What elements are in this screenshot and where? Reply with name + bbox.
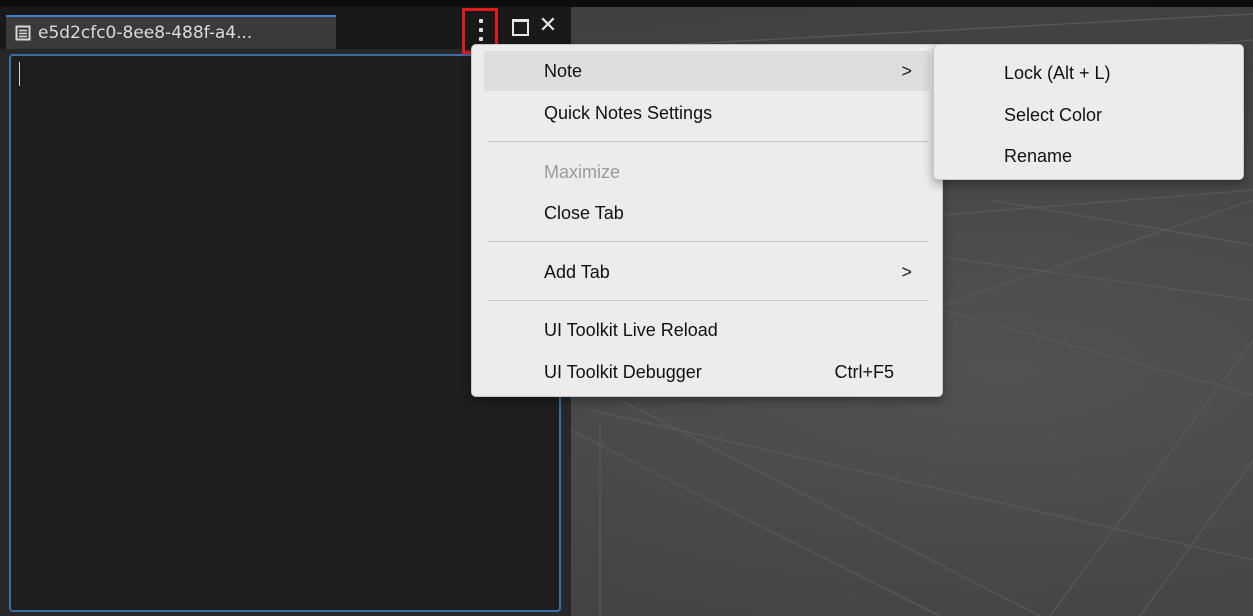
menu-item-note[interactable]: Note > bbox=[484, 51, 930, 91]
submenu-item-label: Lock (Alt + L) bbox=[1004, 62, 1111, 83]
menu-item-shortcut: Ctrl+F5 bbox=[834, 361, 894, 382]
tab-note[interactable]: e5d2cfc0-8ee8-488f-a4... bbox=[6, 15, 336, 49]
chevron-right-icon: > bbox=[901, 261, 912, 282]
menu-item-label: Quick Notes Settings bbox=[544, 102, 713, 123]
menu-item-ui-toolkit-debugger[interactable]: UI Toolkit Debugger Ctrl+F5 bbox=[484, 352, 930, 392]
note-submenu: Lock (Alt + L) Select Color Rename bbox=[933, 44, 1244, 180]
submenu-item-rename[interactable]: Rename bbox=[934, 136, 1243, 176]
submenu-item-select-color[interactable]: Select Color bbox=[934, 95, 1243, 135]
menu-item-maximize: Maximize bbox=[484, 152, 930, 192]
text-caret bbox=[19, 62, 20, 86]
menu-item-add-tab[interactable]: Add Tab > bbox=[484, 252, 930, 292]
menu-item-label: UI Toolkit Live Reload bbox=[544, 319, 718, 340]
menu-item-close-tab[interactable]: Close Tab bbox=[484, 193, 930, 233]
document-icon bbox=[14, 24, 32, 42]
submenu-item-label: Rename bbox=[1004, 145, 1073, 166]
menu-separator bbox=[488, 141, 928, 142]
menu-separator bbox=[488, 241, 928, 242]
tab-title: e5d2cfc0-8ee8-488f-a4... bbox=[38, 23, 253, 43]
menu-item-label: Maximize bbox=[544, 161, 621, 182]
chevron-right-icon: > bbox=[901, 60, 912, 81]
menu-item-ui-toolkit-live-reload[interactable]: UI Toolkit Live Reload bbox=[484, 310, 930, 350]
kebab-menu-icon[interactable] bbox=[476, 19, 486, 41]
menu-item-quick-notes-settings[interactable]: Quick Notes Settings bbox=[484, 93, 930, 133]
close-icon[interactable]: ✕ bbox=[538, 15, 558, 37]
maximize-icon[interactable] bbox=[512, 19, 529, 36]
tab-bar: e5d2cfc0-8ee8-488f-a4... ✕ bbox=[0, 7, 571, 54]
context-menu: Note > Quick Notes Settings Maximize Clo… bbox=[471, 44, 943, 397]
top-strip bbox=[0, 0, 1253, 7]
menu-item-label: Add Tab bbox=[544, 261, 610, 282]
menu-separator bbox=[488, 300, 928, 301]
menu-item-label: UI Toolkit Debugger bbox=[544, 361, 702, 382]
submenu-item-lock[interactable]: Lock (Alt + L) bbox=[934, 53, 1243, 93]
menu-item-label: Close Tab bbox=[544, 202, 624, 223]
menu-item-label: Note bbox=[544, 60, 583, 81]
submenu-item-label: Select Color bbox=[1004, 104, 1103, 125]
